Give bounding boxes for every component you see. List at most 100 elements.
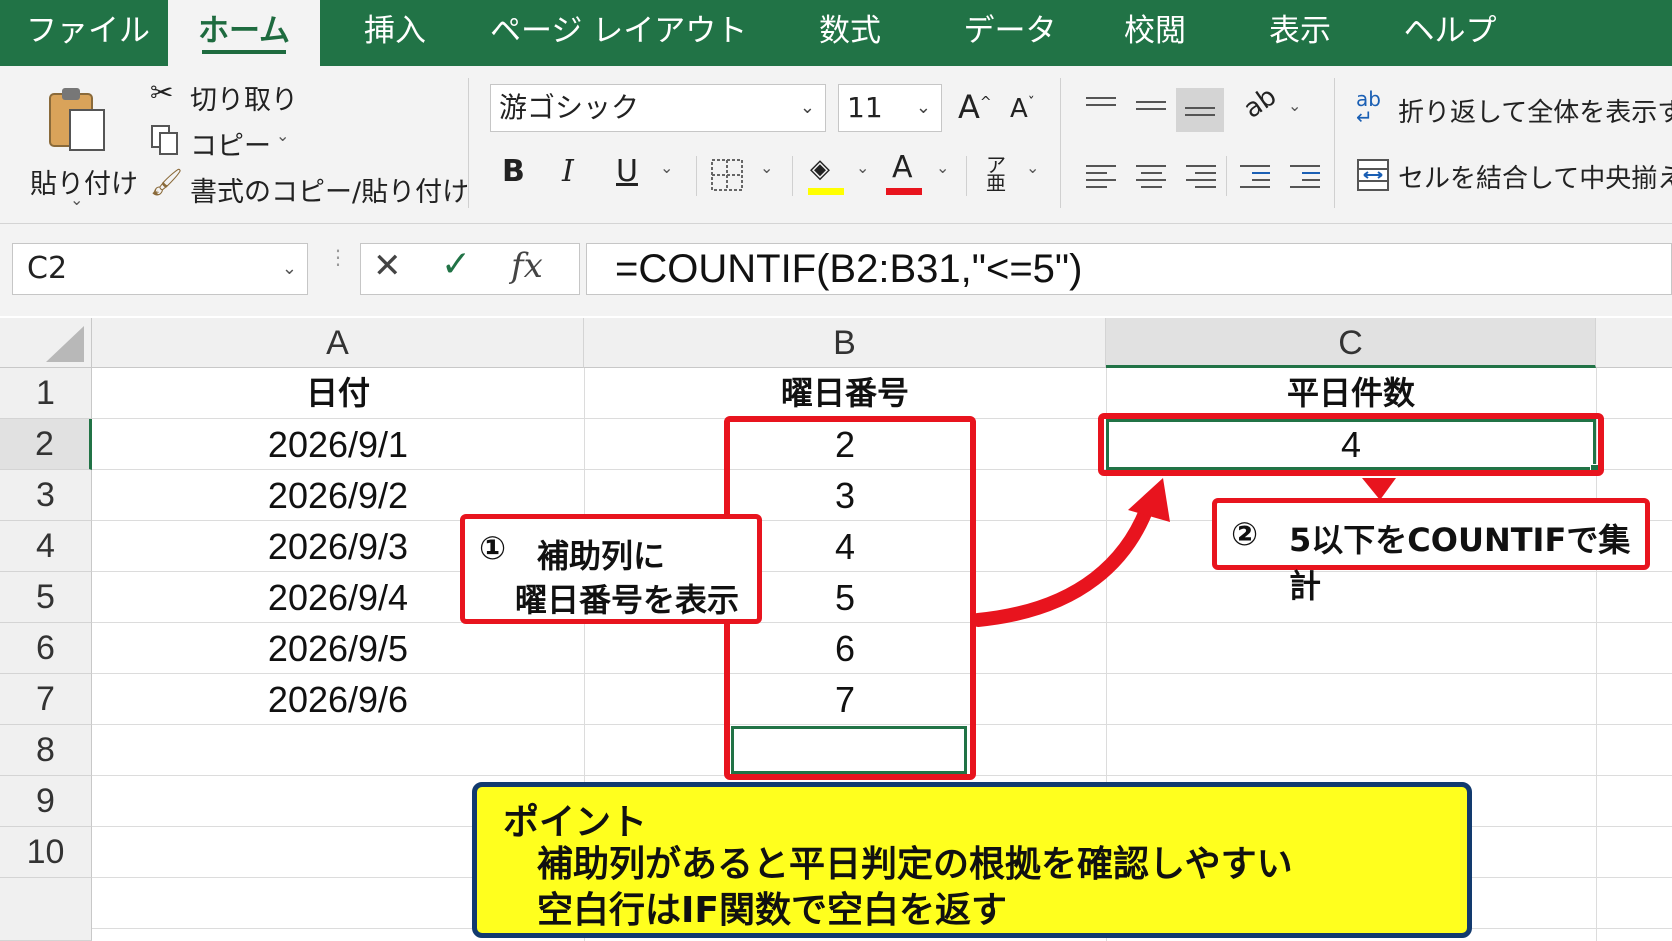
font-size-value: 11 xyxy=(847,91,883,124)
orientation-icon[interactable]: ab xyxy=(1238,81,1282,124)
row-header-1[interactable]: 1 xyxy=(0,368,92,419)
formula-input[interactable]: =COUNTIF(B2:B31,"<=5") xyxy=(586,243,1672,295)
point-box: ポイント 補助列があると平日判定の根拠を確認しやすい 空白行はIF関数で空白を返… xyxy=(472,782,1472,938)
borders-icon[interactable] xyxy=(710,158,744,192)
row-header-8[interactable]: 8 xyxy=(0,725,92,776)
paintbrush-icon: 🖌 xyxy=(150,168,184,198)
cancel-icon[interactable]: ✕ xyxy=(373,246,402,286)
callout-helper-column: ① 補助列に 曜日番号を表示 xyxy=(460,514,762,624)
row-header-10[interactable]: 10 xyxy=(0,827,92,878)
ribbon-separator xyxy=(1334,78,1335,208)
align-left-icon[interactable] xyxy=(1086,160,1116,193)
tab-file[interactable]: ファイル xyxy=(18,0,158,66)
row-header-4[interactable]: 4 xyxy=(0,521,92,572)
ribbon-separator xyxy=(696,156,697,196)
column-header-b[interactable]: B xyxy=(584,318,1106,368)
callout-number-1: ① xyxy=(479,529,507,567)
paste-dropdown-icon[interactable]: ⌄ xyxy=(70,190,83,209)
cut-label: 切り取り xyxy=(190,85,298,116)
italic-button[interactable]: I xyxy=(562,154,574,189)
tab-view[interactable]: 表示 xyxy=(1250,0,1350,66)
row-header-7[interactable]: 7 xyxy=(0,674,92,725)
row-header-6[interactable]: 6 xyxy=(0,623,92,674)
underline-button[interactable]: U xyxy=(616,154,638,189)
format-painter-button[interactable]: 🖌 書式のコピー/貼り付け xyxy=(150,168,469,208)
tab-review[interactable]: 校閲 xyxy=(1110,0,1200,66)
row-header-2[interactable]: 2 xyxy=(0,419,92,470)
bold-button[interactable]: B xyxy=(502,154,525,189)
paste-label: 貼り付け xyxy=(30,169,138,200)
tab-page-layout[interactable]: ページ レイアウト xyxy=(490,0,747,66)
wrap-text-button[interactable]: ab↵ 折り返して全体を表示する xyxy=(1356,89,1672,130)
align-middle-icon[interactable] xyxy=(1136,96,1166,115)
select-all-button[interactable] xyxy=(0,318,92,368)
callout-2-text: 5以下をCOUNTIFで集計 xyxy=(1289,521,1631,605)
formula-buttons: ✕ ✓ fx xyxy=(360,243,580,295)
row-header-3[interactable]: 3 xyxy=(0,470,92,521)
font-size-dropdown[interactable]: 11 ⌄ xyxy=(838,84,942,132)
font-color-dropdown-icon[interactable]: ⌄ xyxy=(936,158,949,177)
borders-dropdown-icon[interactable]: ⌄ xyxy=(760,158,773,177)
ribbon-separator xyxy=(792,156,793,196)
font-color-icon: A xyxy=(892,150,913,185)
row-header-11[interactable] xyxy=(0,878,92,941)
paint-bucket-icon: ◈ xyxy=(810,154,830,184)
ribbon-separator xyxy=(1060,78,1061,208)
merge-center-label: セルを結合して中央揃え xyxy=(1398,164,1672,194)
align-top-icon[interactable] xyxy=(1086,92,1116,118)
cell-b1[interactable]: 曜日番号 xyxy=(584,368,1106,419)
drag-handle-icon[interactable]: ⋮ xyxy=(328,247,348,267)
tab-insert[interactable]: 挿入 xyxy=(340,0,450,66)
font-name-dropdown[interactable]: 游ゴシック ⌄ xyxy=(490,84,826,132)
column-header-a[interactable]: A xyxy=(92,318,584,368)
align-bottom-icon xyxy=(1185,102,1215,121)
phonetic-guide-icon[interactable]: ア亜 xyxy=(986,155,1006,193)
copy-button[interactable]: コピー ⌄ xyxy=(150,122,300,162)
callout-1-line-2: 曜日番号を表示 xyxy=(515,581,740,619)
column-header-c[interactable]: C xyxy=(1106,318,1596,368)
grow-font-icon: A xyxy=(958,88,980,126)
cell-a6[interactable]: 2026/9/5 xyxy=(92,623,584,674)
tab-home[interactable]: ホーム xyxy=(168,0,320,66)
select-all-triangle-icon xyxy=(46,326,84,362)
decrease-indent-icon[interactable] xyxy=(1240,160,1270,193)
cell-a1[interactable]: 日付 xyxy=(92,368,584,419)
name-box-value: C2 xyxy=(27,251,68,286)
align-bottom-button[interactable] xyxy=(1176,88,1224,132)
underline-dropdown-icon[interactable]: ⌄ xyxy=(660,158,673,177)
row-header-5[interactable]: 5 xyxy=(0,572,92,623)
merge-center-button[interactable]: セルを結合して中央揃え xyxy=(1356,156,1672,196)
shrink-font-button[interactable]: Aˇ xyxy=(1010,94,1035,124)
increase-indent-icon[interactable] xyxy=(1290,160,1320,193)
copy-label: コピー xyxy=(190,131,271,162)
copy-dropdown-icon[interactable]: ⌄ xyxy=(276,126,289,145)
cut-button[interactable]: ✂ 切り取り xyxy=(150,76,300,116)
scissors-icon: ✂ xyxy=(150,76,174,109)
column-header-d[interactable] xyxy=(1596,318,1672,368)
tab-formulas[interactable]: 数式 xyxy=(800,0,900,66)
fill-color-dropdown-icon[interactable]: ⌄ xyxy=(856,158,869,177)
ribbon-separator xyxy=(966,156,967,196)
align-center-icon[interactable] xyxy=(1136,160,1166,193)
highlight-cell-c2 xyxy=(1098,413,1604,476)
cell-a7[interactable]: 2026/9/6 xyxy=(92,674,584,725)
font-name-value: 游ゴシック xyxy=(499,91,640,124)
cell-c1[interactable]: 平日件数 xyxy=(1106,368,1596,419)
fill-color-button[interactable]: ◈ xyxy=(808,154,848,198)
align-right-icon[interactable] xyxy=(1186,160,1216,193)
ribbon-tab-bar: ファイル ホーム 挿入 ページ レイアウト 数式 データ 校閲 表示 ヘルプ xyxy=(0,0,1672,66)
orientation-dropdown-icon[interactable]: ⌄ xyxy=(1288,96,1301,115)
ribbon-home: 貼り付け ⌄ ✂ 切り取り コピー ⌄ 🖌 書式のコピー/貼り付け 游ゴシック … xyxy=(0,66,1672,224)
phonetic-dropdown-icon[interactable]: ⌄ xyxy=(1026,158,1039,177)
format-painter-label: 書式のコピー/貼り付け xyxy=(190,177,470,208)
cell-a2[interactable]: 2026/9/1 xyxy=(92,419,584,470)
grow-font-button[interactable]: A^ xyxy=(958,88,992,126)
tab-help[interactable]: ヘルプ xyxy=(1395,0,1505,66)
tab-data[interactable]: データ xyxy=(950,0,1070,66)
name-box[interactable]: C2 ⌄ xyxy=(12,243,308,295)
row-header-9[interactable]: 9 xyxy=(0,776,92,827)
insert-function-icon[interactable]: fx xyxy=(511,246,543,286)
enter-icon[interactable]: ✓ xyxy=(441,244,471,285)
paste-button[interactable]: 貼り付け ⌄ xyxy=(22,78,138,209)
font-color-button[interactable]: A xyxy=(886,150,926,198)
